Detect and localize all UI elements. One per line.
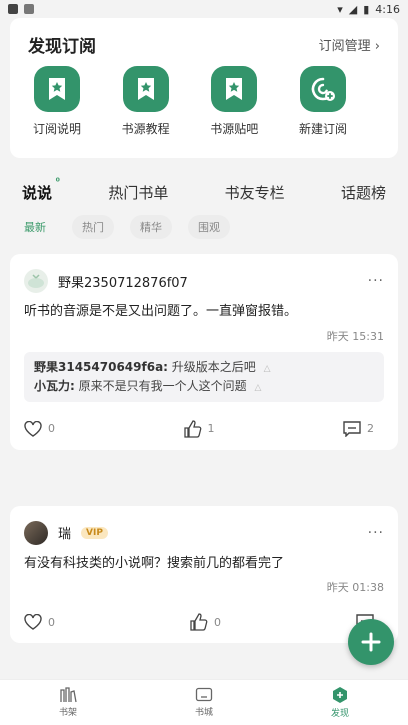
tile-new-subscription[interactable]: 新建订阅 <box>294 66 352 137</box>
post-author[interactable]: 瑞 VIP <box>24 520 108 545</box>
new-post-fab[interactable] <box>348 619 394 665</box>
author-name: 野果2350712876f07 <box>58 275 188 291</box>
thumbs-up-button[interactable]: 1 <box>183 420 215 438</box>
tile-subscription-guide[interactable]: 订阅说明 <box>28 66 86 137</box>
thumbs-up-icon <box>183 420 201 438</box>
tile-label: 新建订阅 <box>298 122 347 136</box>
avatar[interactable] <box>24 269 48 293</box>
discover-icon <box>333 687 347 703</box>
filter-chips: 最新 热门 精华 围观 <box>0 214 408 240</box>
like-button[interactable]: 0 <box>24 614 55 631</box>
main-tabs: 说说 ⁰ 热门书单 书友专栏 话题榜 <box>0 177 408 206</box>
like-count: 0 <box>48 615 55 629</box>
tile-label: 书源贴吧 <box>210 122 259 136</box>
avatar[interactable] <box>24 520 48 545</box>
nav-bookstore[interactable]: 书城 <box>174 687 234 718</box>
tab-hot-booklist[interactable]: 热门书单 <box>108 182 168 203</box>
post-time: 昨天 15:31 <box>326 329 384 343</box>
thumbs-count: 0 <box>214 615 221 629</box>
warning-icon: △ <box>263 363 271 374</box>
subscription-manage-link[interactable]: 订阅管理 › <box>319 35 380 54</box>
bookmark-star-icon <box>122 66 169 112</box>
thumbs-up-button[interactable]: 0 <box>190 613 221 632</box>
plus-icon <box>361 632 381 652</box>
nav-bookshelf[interactable]: 书架 <box>38 687 98 718</box>
like-button[interactable]: 0 <box>24 420 55 437</box>
tab-shuoshuo[interactable]: 说说 ⁰ <box>22 177 60 203</box>
reply-item: 小瓦力: 原来不是只有我一个人这个问题 △ <box>34 377 374 396</box>
new-indicator-icon: ⁰ <box>55 176 61 188</box>
tile-source-forum[interactable]: 书源贴吧 <box>205 66 263 137</box>
post-card: 野果2350712876f07 ··· 听书的音源是不是又出问题了。一直弹窗报错… <box>10 254 398 450</box>
nav-label: 发现 <box>330 709 349 719</box>
reply-user: 小瓦力: <box>34 378 75 393</box>
post-time: 昨天 01:38 <box>326 581 384 595</box>
warning-icon: △ <box>254 382 262 393</box>
heart-icon <box>24 420 42 437</box>
author-name: 瑞 <box>58 527 72 543</box>
thumbs-up-icon <box>190 613 208 632</box>
nav-discover[interactable]: 发现 <box>310 686 370 719</box>
filter-watching[interactable]: 围观 <box>188 215 230 239</box>
add-subscription-icon <box>299 66 346 112</box>
post-card: 瑞 VIP ··· 有没有科技类的小说啊？搜索前几的都看完了 昨天 01:38 … <box>10 505 398 644</box>
bookmark-star-icon <box>211 66 258 112</box>
clock: 4:16 <box>375 2 400 16</box>
status-bar: ▾ ◢ ▮ 4:16 <box>0 0 408 18</box>
comment-button[interactable]: 2 <box>343 421 374 437</box>
heart-icon <box>24 614 42 631</box>
notification-icon <box>24 4 34 14</box>
discover-subscriptions-card: 发现订阅 订阅管理 › 订阅说明 书源教程 书源贴吧 新建订阅 <box>10 18 398 158</box>
tile-label: 订阅说明 <box>32 122 81 136</box>
tile-source-tutorial[interactable]: 书源教程 <box>117 66 175 137</box>
comment-count: 2 <box>367 422 374 436</box>
nav-label: 书城 <box>194 708 213 718</box>
tab-label: 说说 <box>22 183 53 202</box>
reply-text: 原来不是只有我一个人这个问题 <box>78 378 247 393</box>
wifi-icon: ▾ <box>337 2 343 16</box>
tab-reader-column[interactable]: 书友专栏 <box>225 182 285 203</box>
bookmark-star-icon <box>34 66 80 112</box>
bookstore-icon <box>195 687 213 702</box>
tab-topic-ranking[interactable]: 话题榜 <box>341 182 386 203</box>
more-options-icon[interactable]: ··· <box>368 525 384 541</box>
reply-item: 野果3145470649f6a: 升级版本之后吧 △ <box>34 358 374 377</box>
post-text: 有没有科技类的小说啊？搜索前几的都看完了 <box>24 555 285 571</box>
discover-title: 发现订阅 <box>28 36 96 57</box>
more-options-icon[interactable]: ··· <box>368 273 384 289</box>
reply-user: 野果3145470649f6a: <box>34 359 168 374</box>
post-author[interactable]: 野果2350712876f07 <box>24 269 188 293</box>
reply-text: 升级版本之后吧 <box>171 359 256 374</box>
notification-icon <box>8 4 18 14</box>
vip-badge: VIP <box>81 526 108 539</box>
bottom-navigation: 书架 书城 发现 <box>0 679 408 725</box>
tile-label: 书源教程 <box>121 122 170 136</box>
like-count: 0 <box>48 422 55 436</box>
filter-featured[interactable]: 精华 <box>130 215 172 239</box>
filter-hot[interactable]: 热门 <box>72 215 114 239</box>
battery-icon: ▮ <box>363 2 370 16</box>
post-text: 听书的音源是不是又出问题了。一直弹窗报错。 <box>24 304 298 319</box>
signal-icon: ◢ <box>348 2 358 16</box>
nav-label: 书架 <box>58 708 77 718</box>
thumbs-count: 1 <box>207 422 215 436</box>
comment-icon <box>343 421 361 437</box>
filter-latest[interactable]: 最新 <box>12 215 56 239</box>
reply-list[interactable]: 野果3145470649f6a: 升级版本之后吧 △ 小瓦力: 原来不是只有我一… <box>24 351 384 402</box>
bookshelf-icon <box>60 687 77 703</box>
